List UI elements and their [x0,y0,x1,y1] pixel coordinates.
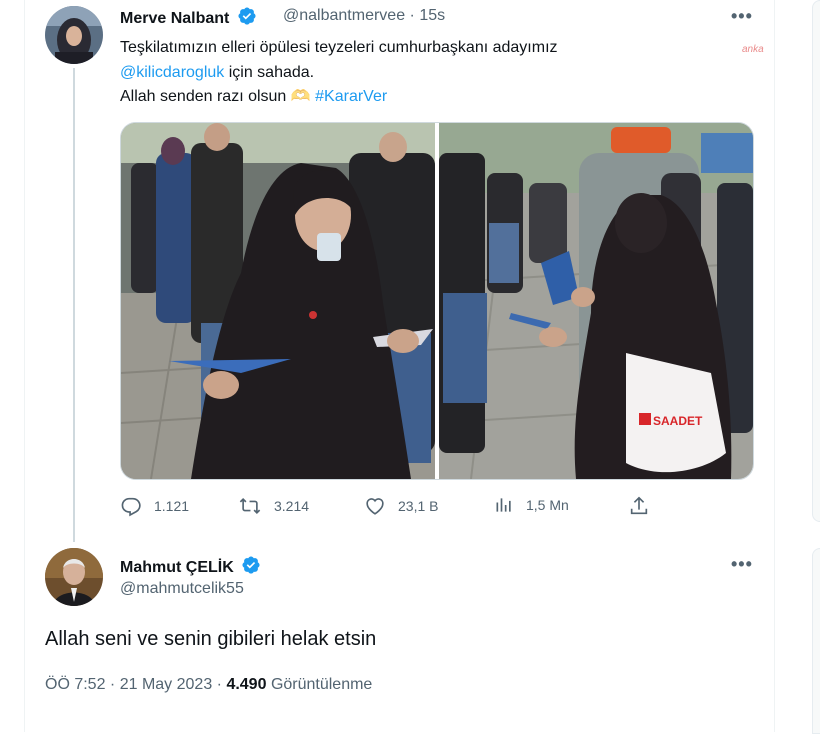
tweet-line-2: @kilicdarogluk için sahada. [120,61,720,86]
tweet-text: Teşkilatımızın elleri öpülesi teyzeleri … [120,36,720,110]
reply-time[interactable]: ÖÖ 7:52 [45,676,105,693]
sidebar-card-bottom [812,548,820,734]
views-icon [496,498,511,512]
like-icon [366,498,384,515]
reply-author-handle[interactable]: @mahmutcelik55 [120,580,244,598]
avatar-merve[interactable] [45,6,103,64]
retweet-count: 3.214 [274,498,310,514]
reply-count: 1.121 [154,498,190,514]
reply-author-name[interactable]: Mahmut ÇELİK [120,555,261,577]
tweet-time[interactable]: 15s [419,7,445,24]
watermark: anka [742,44,764,55]
verified-badge-icon [242,556,260,574]
author-handle-text[interactable]: @nalbantmervee [283,7,405,24]
reply-date[interactable]: 21 May 2023 [120,676,213,693]
hashtag-link[interactable]: #KararVer [315,88,387,105]
author-name-text[interactable]: Merve Nalbant [120,10,229,27]
heart-hands-emoji: 🫶 [290,88,311,105]
author-name[interactable]: Merve Nalbant [120,6,257,28]
reply-meta: ÖÖ 7:52 · 21 May 2023 · 4.490 Görüntülen… [45,676,372,694]
sidebar-card-top [812,0,820,522]
dot-separator: · [409,7,415,24]
tweet-line-3-text: Allah senden razı olsun [120,88,287,105]
reply-action[interactable]: 1.121 [120,495,189,517]
reply-text: Allah seni ve senin gibileri helak etsin [45,628,377,650]
meta-separator: · [212,676,227,693]
views-action[interactable]: 1,5 Mn [494,495,569,515]
thread-line [73,68,75,542]
share-icon [630,496,648,515]
tweet-line-1: Teşkilatımızın elleri öpülesi teyzeleri … [120,39,558,56]
tweet-line-3: Allah senden razı olsun 🫶 #KararVer [120,85,720,110]
reply-views-count: 4.490 [226,676,267,693]
share-action[interactable] [628,495,650,517]
verified-badge-icon [238,7,256,25]
media-photo[interactable]: SAADET [121,123,753,479]
like-count: 23,1 B [398,498,439,514]
author-handle[interactable]: @nalbantmervee · 15s [283,7,445,25]
like-action[interactable]: 23,1 B [364,495,438,517]
retweet-icon [239,497,261,515]
reply-views-label: Görüntülenme [270,676,373,693]
mention-link[interactable]: @kilicdarogluk [120,64,224,81]
reply-author-name-text[interactable]: Mahmut ÇELİK [120,559,234,576]
tweet-media[interactable]: SAADET [120,122,754,480]
more-icon[interactable]: ••• [731,6,753,27]
reply-icon [121,497,141,517]
tweet-line-2-rest: için sahada. [224,63,315,81]
retweet-action[interactable]: 3.214 [238,495,309,517]
saadet-bag-text: SAADET [653,414,703,428]
avatar-mahmut[interactable] [45,548,103,606]
views-count: 1,5 Mn [526,497,569,513]
more-icon[interactable]: ••• [731,554,753,575]
meta-separator: · [105,676,120,693]
